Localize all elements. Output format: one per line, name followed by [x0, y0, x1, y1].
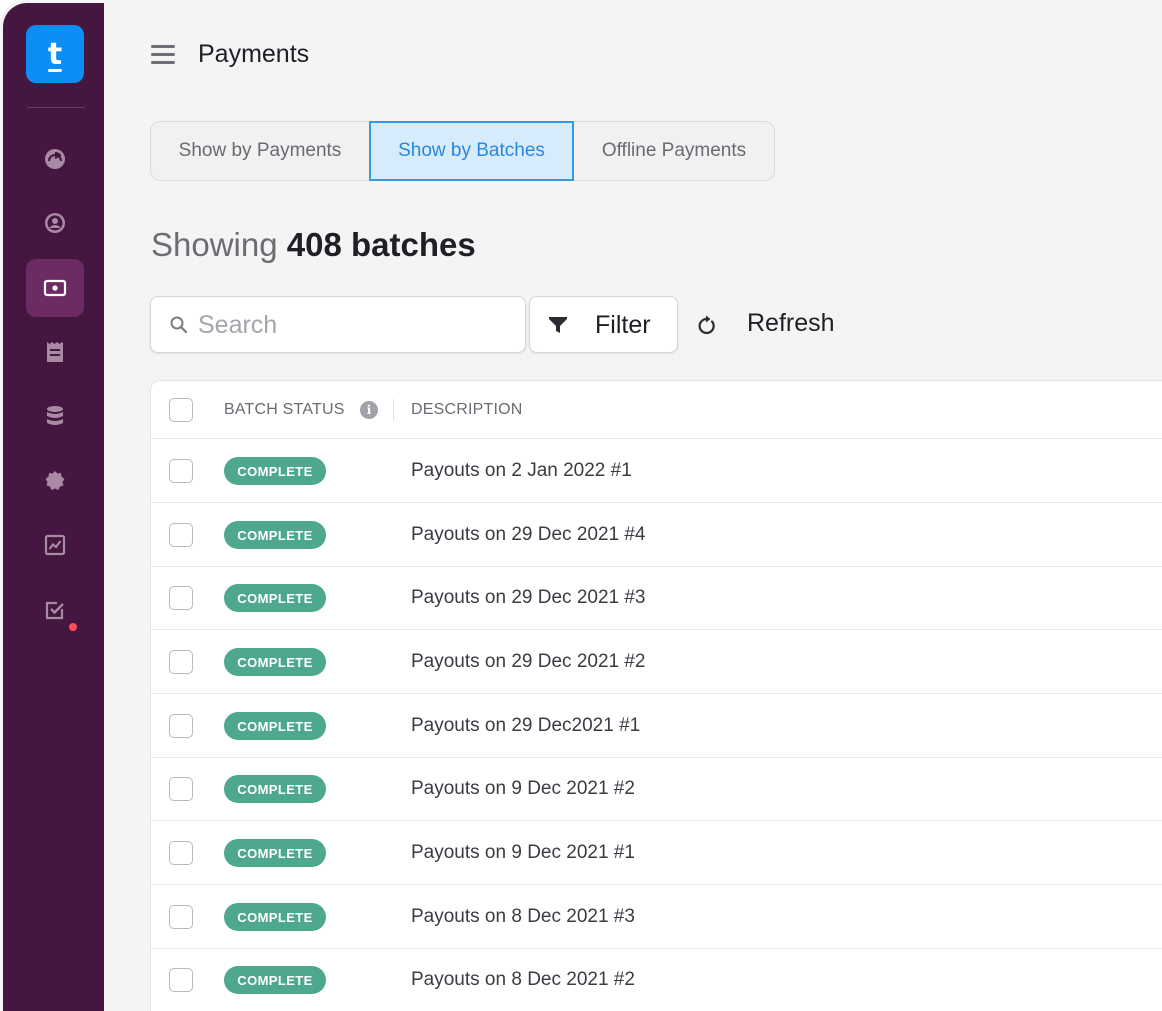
row-checkbox[interactable]: [169, 968, 193, 992]
tab-offline-payments[interactable]: Offline Payments: [574, 122, 774, 180]
column-header-batch-status[interactable]: BATCH STATUS: [224, 401, 345, 419]
row-checkbox[interactable]: [169, 777, 193, 801]
status-badge: COMPLETE: [224, 966, 326, 994]
sidebar-item-reports[interactable]: [26, 516, 84, 574]
status-badge: COMPLETE: [224, 457, 326, 485]
user-icon: [45, 213, 65, 233]
sidebar-item-database[interactable]: [26, 387, 84, 445]
row-checkbox[interactable]: [169, 459, 193, 483]
column-header-description[interactable]: DESCRIPTION: [411, 401, 523, 419]
row-checkbox[interactable]: [169, 714, 193, 738]
app-window: t Payments Show by Payments Show by Batc…: [0, 0, 1162, 1011]
notification-dot: [69, 623, 77, 631]
status-badge: COMPLETE: [224, 648, 326, 676]
batches-table: BATCH STATUS i DESCRIPTION COMPLETE Payo…: [150, 380, 1162, 1011]
table-header: BATCH STATUS i DESCRIPTION: [151, 381, 1162, 439]
table-row[interactable]: COMPLETE Payouts on 29 Dec 2021 #3: [151, 566, 1162, 630]
table-row[interactable]: COMPLETE Payouts on 8 Dec 2021 #3: [151, 885, 1162, 949]
row-checkbox[interactable]: [169, 523, 193, 547]
page-title: Payments: [198, 40, 310, 68]
status-badge: COMPLETE: [224, 584, 326, 612]
tasks-icon: [45, 601, 64, 620]
table-row[interactable]: COMPLETE Payouts on 2 Jan 2022 #1: [151, 439, 1162, 503]
results-heading: Showing 408 batches: [151, 226, 476, 264]
row-description[interactable]: Payouts on 29 Dec 2021 #4: [411, 524, 646, 546]
search-icon: [170, 316, 188, 334]
row-description[interactable]: Payouts on 8 Dec 2021 #2: [411, 969, 635, 991]
row-description[interactable]: Payouts on 9 Dec 2021 #1: [411, 842, 635, 864]
select-all-checkbox[interactable]: [169, 398, 193, 422]
badge-icon: [45, 471, 65, 490]
status-badge: COMPLETE: [224, 712, 326, 740]
view-tabs: Show by Payments Show by Batches Offline…: [150, 120, 775, 181]
table-row[interactable]: COMPLETE Payouts on 29 Dec 2021 #4: [151, 503, 1162, 567]
sidebar-item-users[interactable]: [26, 194, 84, 252]
table-row[interactable]: COMPLETE Payouts on 29 Dec 2021 #2: [151, 630, 1162, 694]
status-badge: COMPLETE: [224, 521, 326, 549]
payments-icon: [43, 279, 67, 297]
table-row[interactable]: COMPLETE Payouts on 9 Dec 2021 #1: [151, 821, 1162, 885]
table-row[interactable]: COMPLETE Payouts on 29 Dec2021 #1: [151, 694, 1162, 758]
table-row[interactable]: COMPLETE Payouts on 8 Dec 2021 #2: [151, 948, 1162, 1011]
tab-show-by-payments[interactable]: Show by Payments: [151, 122, 369, 180]
filter-label: Filter: [595, 311, 651, 339]
filter-button[interactable]: Filter: [529, 296, 678, 353]
status-badge: COMPLETE: [224, 839, 326, 867]
sidebar-divider: [27, 107, 85, 108]
row-description[interactable]: Payouts on 29 Dec 2021 #2: [411, 651, 646, 673]
chart-icon: [44, 534, 66, 556]
sidebar-item-receipts[interactable]: [26, 323, 84, 381]
info-icon[interactable]: i: [360, 401, 378, 419]
logo-underline: [48, 69, 62, 72]
row-description[interactable]: Payouts on 2 Jan 2022 #1: [411, 460, 632, 482]
logo-letter: t: [47, 36, 63, 72]
refresh-icon[interactable]: [696, 315, 718, 337]
sidebar-item-payments[interactable]: [26, 259, 84, 317]
search-box[interactable]: [150, 296, 526, 353]
row-checkbox[interactable]: [169, 586, 193, 610]
row-description[interactable]: Payouts on 8 Dec 2021 #3: [411, 906, 635, 928]
sidebar-item-badges[interactable]: [26, 452, 84, 510]
results-prefix: Showing: [151, 226, 278, 263]
row-description[interactable]: Payouts on 29 Dec2021 #1: [411, 715, 640, 737]
status-badge: COMPLETE: [224, 903, 326, 931]
refresh-button[interactable]: Refresh: [747, 309, 835, 338]
sidebar-item-dashboard[interactable]: [26, 130, 84, 188]
dashboard-icon: [45, 149, 65, 169]
column-separator: [393, 399, 394, 421]
row-checkbox[interactable]: [169, 650, 193, 674]
status-badge: COMPLETE: [224, 775, 326, 803]
sidebar: t: [3, 3, 104, 1011]
database-icon: [47, 406, 63, 425]
logo[interactable]: t: [26, 25, 84, 83]
sidebar-item-tasks[interactable]: [26, 581, 84, 639]
row-checkbox[interactable]: [169, 841, 193, 865]
menu-icon[interactable]: [151, 45, 175, 64]
row-checkbox[interactable]: [169, 905, 193, 929]
table-row[interactable]: COMPLETE Payouts on 9 Dec 2021 #2: [151, 757, 1162, 821]
tab-show-by-batches[interactable]: Show by Batches: [369, 120, 574, 181]
search-input[interactable]: [198, 307, 508, 343]
row-description[interactable]: Payouts on 29 Dec 2021 #3: [411, 587, 646, 609]
row-description[interactable]: Payouts on 9 Dec 2021 #2: [411, 778, 635, 800]
receipt-icon: [47, 342, 63, 362]
filter-icon: [549, 317, 567, 333]
results-count: 408 batches: [286, 226, 476, 263]
